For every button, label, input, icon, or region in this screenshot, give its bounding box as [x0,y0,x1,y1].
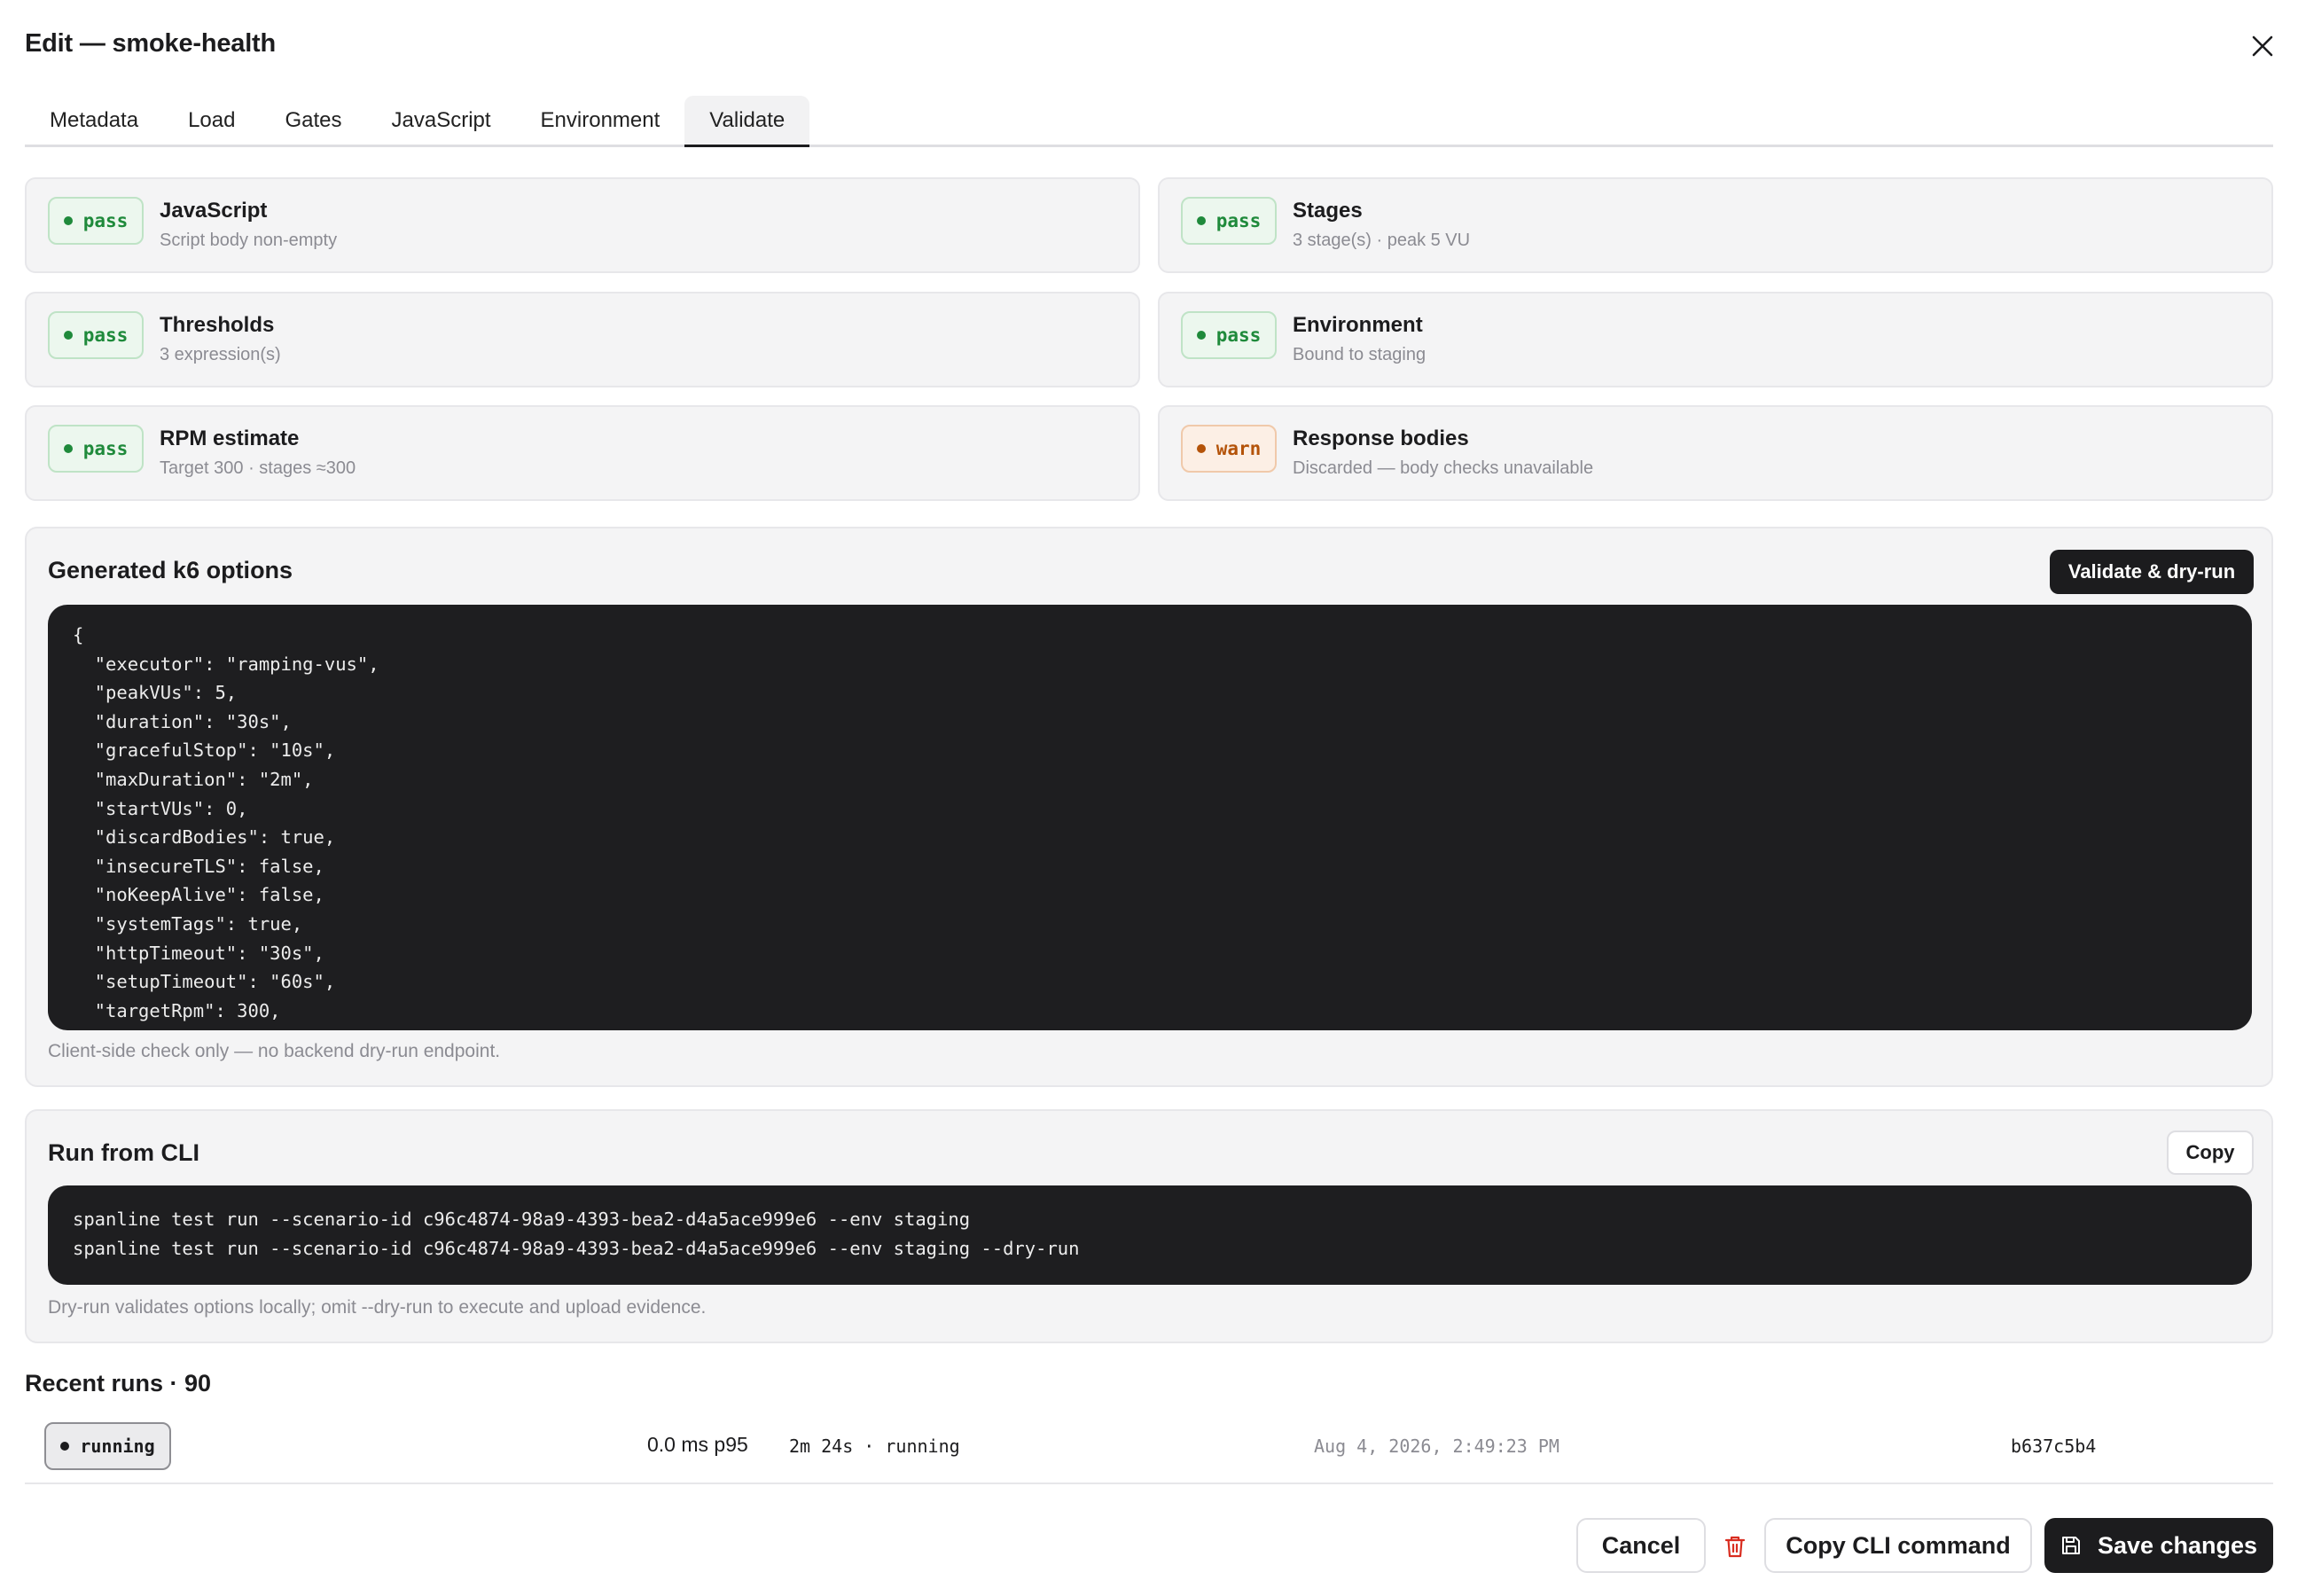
check-title: Stages [1293,199,1363,223]
check-title: JavaScript [160,199,268,223]
status-badge: pass [48,311,144,359]
delete-button[interactable] [1720,1530,1750,1562]
status-dot-icon [60,1442,70,1451]
recent-runs-title: Recent runs · 90 [25,1370,212,1396]
check-detail: 3 stage(s) · peak 5 VU [1293,231,1471,250]
options-code-block[interactable]: { "executor": "ramping-vus", "peakVUs": … [48,605,2252,1030]
trash-icon [1724,1536,1746,1558]
table-row[interactable]: running 0.0 ms p95 2m 24s · running Aug … [25,1412,2273,1484]
run-id[interactable]: b637c5b4 [2011,1436,2096,1457]
dialog-title: Edit — smoke-health [25,29,277,58]
check-card-stages: pass Stages 3 stage(s) · peak 5 VU [1158,177,2273,273]
status-dot-icon [1196,444,1206,453]
cli-hint: Dry-run validates options locally; omit … [48,1297,707,1318]
status-badge-label: pass [82,325,129,346]
status-badge-label: pass [1215,210,1262,231]
check-title: Thresholds [160,313,275,337]
options-panel-title: Generated k6 options [48,557,293,583]
run-elapsed: 2m 24s · running [789,1436,960,1457]
status-badge: pass [1181,311,1277,359]
status-badge-label: pass [82,210,129,231]
status-badge-label: warn [1215,438,1262,459]
cli-panel: Run from CLI Copy spanline test run --sc… [25,1109,2273,1343]
tab-bar: Metadata Load Gates JavaScript Environme… [25,96,2273,147]
copy-cli-command-button[interactable]: Copy CLI command [1764,1518,2032,1573]
tab-load[interactable]: Load [163,96,260,145]
tab-environment[interactable]: Environment [516,96,685,145]
status-badge: pass [48,197,144,245]
cli-code-block[interactable]: spanline test run --scenario-id c96c4874… [48,1185,2252,1285]
tab-validate[interactable]: Validate [684,96,810,147]
save-changes-button[interactable]: Save changes [2044,1518,2273,1573]
status-badge: warn [1181,425,1277,473]
status-badge: pass [48,425,144,473]
check-detail: 3 expression(s) [160,345,281,364]
close-icon [2252,35,2273,57]
check-title: Response bodies [1293,426,1469,450]
status-badge-label: pass [82,438,129,459]
check-card-thresholds: pass Thresholds 3 expression(s) [25,292,1140,387]
check-card-response-bodies: warn Response bodies Discarded — body ch… [1158,405,2273,501]
check-detail: Discarded — body checks unavailable [1293,458,1594,478]
check-card-rpm-estimate: pass RPM estimate Target 300 · stages ≈3… [25,405,1140,501]
check-detail: Bound to staging [1293,345,1426,364]
check-card-javascript: pass JavaScript Script body non-empty [25,177,1140,273]
run-timestamp: Aug 4, 2026, 2:49:23 PM [1314,1436,1559,1457]
save-changes-label: Save changes [2097,1531,2258,1559]
status-dot-icon [1196,331,1206,340]
run-p95: 0.0 ms p95 [647,1433,748,1456]
validate-dry-run-button[interactable]: Validate & dry-run [2050,550,2254,594]
status-badge: pass [1181,197,1277,245]
options-panel: Generated k6 options Validate & dry-run … [25,527,2273,1087]
cli-panel-title: Run from CLI [48,1139,199,1166]
cancel-button[interactable]: Cancel [1576,1518,1706,1573]
status-dot-icon [63,331,73,340]
status-dot-icon [1196,216,1206,225]
save-icon [2061,1537,2080,1554]
tab-gates[interactable]: Gates [260,96,366,145]
tab-javascript[interactable]: JavaScript [367,96,516,145]
status-badge-label: running [80,1436,155,1457]
status-dot-icon [63,444,73,453]
close-button[interactable] [2243,27,2282,66]
tab-metadata[interactable]: Metadata [25,96,163,145]
check-title: Environment [1293,313,1423,337]
status-badge: running [44,1422,171,1470]
status-badge-label: pass [1215,325,1262,346]
check-detail: Script body non-empty [160,231,338,250]
copy-button[interactable]: Copy [2167,1130,2254,1175]
status-dot-icon [63,216,73,225]
check-detail: Target 300 · stages ≈300 [160,458,356,478]
check-title: RPM estimate [160,426,300,450]
options-hint: Client-side check only — no backend dry-… [48,1041,501,1061]
check-card-environment: pass Environment Bound to staging [1158,292,2273,387]
